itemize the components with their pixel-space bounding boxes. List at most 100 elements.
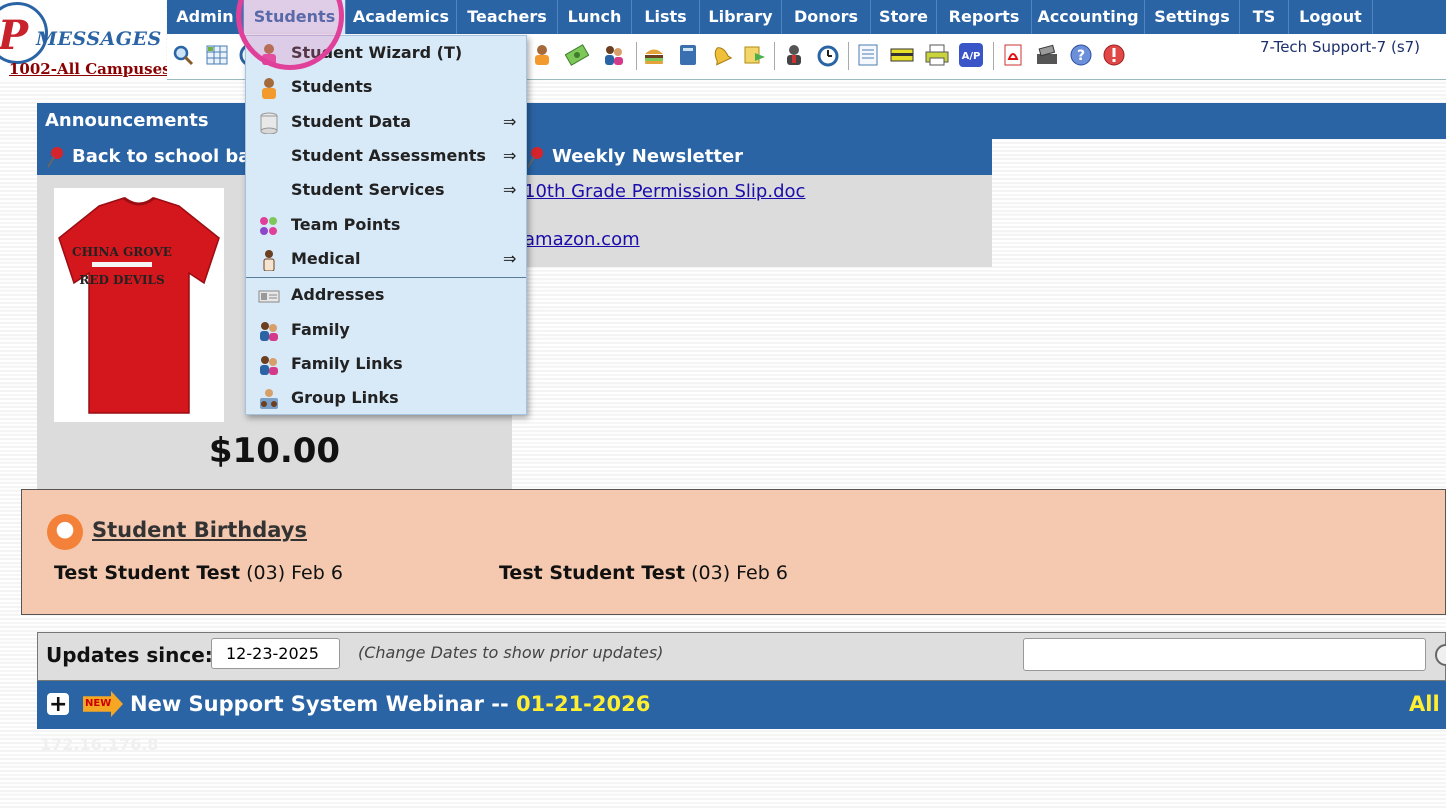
menu-item-addresses[interactable]: Addresses: [246, 279, 526, 311]
help-icon[interactable]: ?: [1069, 43, 1093, 67]
menu-item-group-links[interactable]: Group Links: [246, 382, 526, 414]
newsletter-attachment-link[interactable]: 10th Grade Permission Slip.doc: [524, 181, 805, 202]
database-icon: [260, 112, 278, 134]
teacher-icon[interactable]: [782, 43, 806, 67]
menu-item-label: Medical: [291, 249, 361, 268]
medical-icon: [263, 250, 275, 271]
nav-lists[interactable]: Lists: [632, 0, 700, 34]
menu-item-label: Family: [291, 320, 350, 339]
submenu-arrow-icon: ⇒: [503, 112, 517, 131]
cash-register-icon[interactable]: [1035, 43, 1059, 67]
family-icon: [260, 322, 278, 341]
menu-item-label: Student Services: [291, 180, 445, 199]
alert-icon[interactable]: [1102, 43, 1126, 67]
logo-brand: MESSAGES: [36, 28, 162, 50]
updates-hint: (Change Dates to show prior updates): [358, 643, 664, 662]
newsletter-web-link[interactable]: amazon.com: [524, 229, 640, 250]
webinar-banner: + NEW New Support System Webinar -- 01-2…: [37, 681, 1446, 729]
birthday-entry: Test Student Test (03) Feb 6: [499, 562, 788, 584]
birthday-student-name: Test Student Test: [54, 562, 241, 584]
footer-ip-text: 172.16.176.8: [40, 735, 159, 754]
nav-admin[interactable]: Admin: [167, 0, 244, 34]
nav-lunch[interactable]: Lunch: [558, 0, 632, 34]
teacher-icon[interactable]: [530, 43, 554, 67]
new-badge-label: NEW: [85, 698, 112, 709]
lunch-icon[interactable]: [642, 43, 666, 67]
menu-item-family-links[interactable]: Family Links: [246, 348, 526, 380]
nav-store[interactable]: Store: [871, 0, 937, 34]
grid-icon[interactable]: [205, 43, 229, 67]
money-icon[interactable]: [564, 43, 590, 67]
updates-date-field[interactable]: [211, 638, 340, 669]
pushpin-icon: [527, 147, 543, 168]
nav-settings[interactable]: Settings: [1145, 0, 1240, 34]
birthday-detail: (03) Feb 6: [685, 562, 788, 584]
cake-icon: [47, 514, 83, 550]
address-card-icon: [258, 290, 280, 303]
clock-icon[interactable]: [816, 43, 840, 67]
ap-icon-text: A/P: [962, 51, 981, 62]
nav-logout[interactable]: Logout: [1289, 0, 1373, 34]
menu-item-family[interactable]: Family: [246, 314, 526, 346]
pdf-icon[interactable]: [1001, 43, 1025, 67]
toolbar-separator: [993, 42, 994, 70]
student-birthdays-panel: Student Birthdays Test Student Test (03)…: [21, 489, 1446, 615]
menu-item-student-services[interactable]: Student Services ⇒: [246, 174, 526, 206]
nav-library[interactable]: Library: [700, 0, 782, 34]
birthdays-title[interactable]: Student Birthdays: [92, 518, 307, 542]
current-user-label: 7-Tech Support-7 (s7): [1260, 38, 1421, 56]
webinar-title-text: New Support System Webinar --: [130, 692, 517, 716]
export-icon[interactable]: [743, 43, 767, 67]
menu-item-label: Addresses: [291, 285, 385, 304]
bell-icon[interactable]: [709, 43, 733, 67]
menu-item-medical[interactable]: Medical ⇒: [246, 243, 526, 275]
updates-since-label: Updates since:: [46, 643, 213, 667]
announcements-title: Announcements: [45, 110, 209, 131]
campus-link[interactable]: 1002-All Campuses: [9, 60, 171, 78]
menu-item-label: Student Assessments: [291, 146, 486, 165]
tshirt-text-2: RED DEVILS: [79, 273, 164, 287]
all-link[interactable]: All: [1409, 692, 1440, 716]
book-icon[interactable]: [676, 43, 700, 67]
menu-item-student-assessments[interactable]: Student Assessments ⇒: [246, 140, 526, 172]
new-badge-icon: NEW: [83, 691, 123, 717]
card-icon[interactable]: [890, 43, 914, 67]
menu-item-label: Students: [291, 77, 373, 96]
submenu-arrow-icon: ⇒: [503, 180, 517, 199]
nav-reports[interactable]: Reports: [937, 0, 1032, 34]
team-points-icon: [260, 217, 277, 235]
table-icon[interactable]: [856, 43, 880, 67]
tshirt-image: CHINA GROVE RED DEVILS: [58, 196, 220, 414]
birthday-detail: (03) Feb 6: [240, 562, 343, 584]
product-image[interactable]: CHINA GROVE RED DEVILS: [54, 188, 224, 422]
toolbar-separator: [774, 42, 775, 70]
announcement-card-header: Weekly Newsletter: [518, 139, 992, 175]
expand-plus-icon[interactable]: +: [47, 693, 69, 716]
announcement-card-newsletter: Weekly Newsletter 10th Grade Permission …: [518, 139, 992, 267]
printer-icon[interactable]: [925, 43, 949, 67]
pushpin-icon: [47, 147, 63, 168]
nav-ts[interactable]: TS: [1240, 0, 1289, 34]
nav-teachers[interactable]: Teachers: [457, 0, 558, 34]
group-links-icon: [260, 389, 278, 409]
menu-item-team-points[interactable]: Team Points: [246, 209, 526, 241]
nav-donors[interactable]: Donors: [782, 0, 871, 34]
ap-icon[interactable]: A/P: [959, 43, 983, 67]
menu-item-label: Group Links: [291, 388, 399, 407]
search-icon[interactable]: [171, 43, 195, 67]
search-icon[interactable]: [1432, 641, 1446, 669]
menu-item-label: Team Points: [291, 215, 401, 234]
menu-divider: [246, 277, 526, 278]
updates-search-input[interactable]: [1023, 638, 1426, 671]
logo: P MESSAGES 1002-All Campuses: [0, 0, 171, 80]
birthday-student-name: Test Student Test: [499, 562, 686, 584]
webinar-date: 01-21-2026: [516, 692, 651, 716]
nav-academics[interactable]: Academics: [346, 0, 457, 34]
menu-item-label: Student Data: [291, 112, 411, 131]
family-icon[interactable]: [602, 43, 626, 67]
student-icon: [262, 78, 276, 99]
webinar-title[interactable]: New Support System Webinar -- 01-21-2026: [130, 692, 650, 716]
menu-item-students[interactable]: Students: [246, 71, 526, 103]
menu-item-student-data[interactable]: Student Data ⇒: [246, 106, 526, 138]
nav-accounting[interactable]: Accounting: [1032, 0, 1145, 34]
